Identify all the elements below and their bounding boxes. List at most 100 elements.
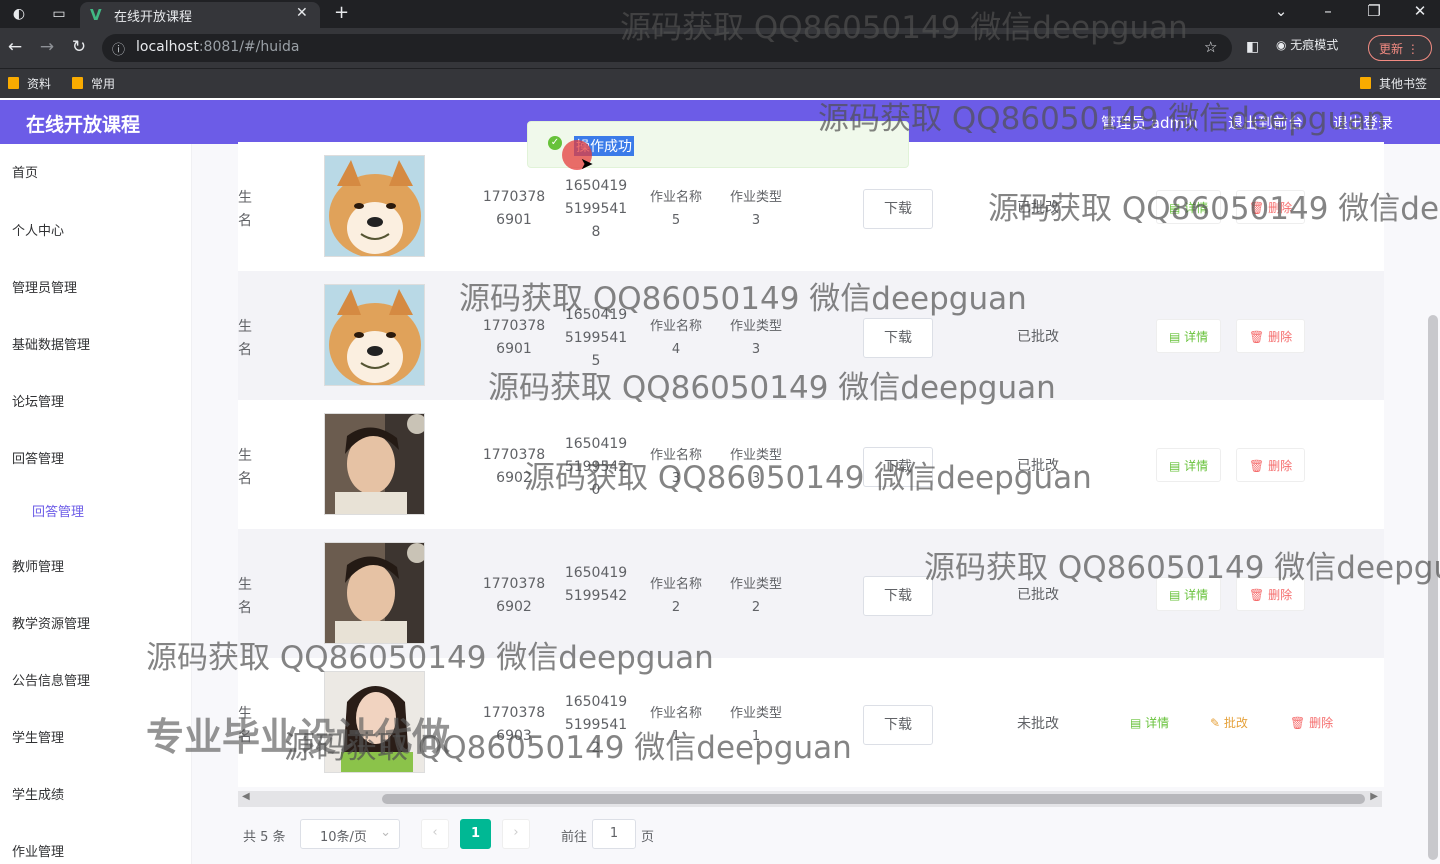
trash-icon: 🗑 [1249,459,1269,473]
address-bar[interactable]: ⓘ localhost:8081/#/huida ☆ [102,34,1232,62]
forward-icon[interactable]: → [36,37,58,57]
table-row: 生名 1770378 6902 1650419 5199542 0 作业名称 3 作业类型 3 下载… [238,400,1384,529]
close-tab-icon[interactable]: ✕ [296,5,308,21]
homework-type-cell: 作业类型 3 [729,190,782,228]
homework-name-cell: 作业名称 5 [649,190,702,228]
browser-toolbar: ← → ↻ ⓘ localhost:8081/#/huida ☆ ◧ ◉ 无痕模… [0,28,1440,68]
tab-list-icon[interactable]: ⌄ [1266,2,1296,20]
goto-page-input[interactable]: 1 [592,819,636,849]
homework-type-cell: 作业类型 3 [729,319,782,357]
new-tab-icon[interactable]: + [334,2,349,23]
name-cell: 生名 [238,577,252,616]
app-title: 在线开放课程 [26,114,141,136]
folder-icon [72,77,83,89]
id-number-cell: 1650419 5199542 [564,565,628,604]
sidebar-item-admins[interactable]: 管理员管理 [12,277,77,296]
chevron-down-icon: ⌄ [380,825,391,840]
prev-page-button[interactable]: ‹ [421,819,449,849]
download-button[interactable]: 下载 [863,576,933,616]
sidebar-item-answers[interactable]: 回答管理 [12,448,64,467]
browser-tab-strip: ◐ ▭ V 在线开放课程 ✕ + ⌄ – ❐ ✕ [0,0,1440,28]
sidebar-item-basedata[interactable]: 基础数据管理 [12,334,90,353]
sidebar-item-forum[interactable]: 论坛管理 [12,391,64,410]
browser-menu-icon[interactable]: ◐ [8,4,30,24]
sidebar-item-teachers[interactable]: 教师管理 [12,556,64,575]
homework-name-cell: 作业名称 3 [649,448,702,486]
sidebar-item-notices[interactable]: 公告信息管理 [12,670,90,689]
sidebar-item-personal[interactable]: 个人中心 [12,220,64,239]
tab-title: 在线开放课程 [114,10,193,25]
other-bookmarks[interactable]: 其他书签 [1360,75,1427,92]
url-text: localhost:8081/#/huida [136,39,300,55]
browser-tab[interactable]: V 在线开放课程 ✕ [80,2,320,28]
detail-button[interactable]: ▤ 详情 [1156,319,1222,353]
document-icon: ▤ [1169,330,1185,344]
sidebar-item-homework[interactable]: 作业管理 [12,841,64,860]
check-circle-icon: ✓ [548,136,562,150]
phone-cell: 1770378 6901 [482,318,546,357]
maximize-icon[interactable]: ❐ [1359,2,1389,20]
status-cell: 已批改 [1017,587,1059,603]
table-horizontal-scrollbar[interactable]: ◀ ▶ [238,791,1382,807]
logout-link[interactable]: 退出登录 [1333,112,1393,133]
id-number-cell: 1650419 5199542 0 [564,436,628,498]
id-number-cell: 1650419 5199541 5 [564,307,628,369]
tab-search-icon[interactable]: ▭ [48,4,70,24]
back-icon[interactable]: ← [4,37,26,57]
table-row: 生名 1770378 6901 1650419 5199541 5 作业名称 4 作业类型 3 下载… [238,271,1384,400]
sidebar-item-resources[interactable]: 教学资源管理 [12,613,90,632]
delete-button[interactable]: 🗑 删除 [1236,448,1306,482]
delete-button[interactable]: 🗑 删除 [1236,319,1306,353]
bookmarks-bar: 资料 常用 其他书签 [0,68,1440,98]
name-cell: 生名 [238,448,252,487]
homework-name-cell: 作业名称 2 [649,577,702,615]
sidebar-item-scores[interactable]: 学生成绩 [12,784,64,803]
download-button[interactable]: 下载 [863,189,933,229]
detail-button[interactable]: ▤ 详情 [1118,706,1181,740]
delete-button[interactable]: 🗑 删除 [1236,190,1306,224]
delete-button[interactable]: 🗑 删除 [1278,706,1345,740]
review-button[interactable]: ✎ 批改 [1198,706,1260,740]
page-vertical-scrollbar[interactable] [1428,315,1438,860]
detail-button[interactable]: ▤ 详情 [1156,577,1222,611]
admin-label: 管理员 admin [1101,114,1198,132]
id-number-cell: 1650419 5199541 2 [564,694,628,756]
document-icon: ▤ [1169,201,1185,215]
download-button[interactable]: 下载 [863,318,933,358]
incognito-badge[interactable]: ◉ 无痕模式 [1276,36,1338,53]
minimize-icon[interactable]: – [1313,2,1343,20]
bookmark-star-icon[interactable]: ☆ [1204,38,1217,56]
scroll-right-icon[interactable]: ▶ [1370,791,1378,802]
homework-name-cell: 作业名称 4 [649,319,702,357]
vue-icon: V [90,6,102,24]
pagination-total: 共 5 条 [243,830,286,845]
site-info-icon[interactable]: ⓘ [112,39,125,58]
bookmark-folder-changyong[interactable]: 常用 [72,75,115,92]
bookmark-folder-ziliao[interactable]: 资料 [8,75,51,92]
document-icon: ▤ [1130,716,1146,730]
reload-icon[interactable]: ↻ [68,37,90,57]
detail-button[interactable]: ▤ 详情 [1156,190,1222,224]
close-window-icon[interactable]: ✕ [1405,2,1435,20]
phone-cell: 1770378 6901 [482,189,546,228]
avatar-image [324,542,425,644]
download-button[interactable]: 下载 [863,447,933,487]
homework-type-cell: 作业类型 3 [729,448,782,486]
detail-button[interactable]: ▤ 详情 [1156,448,1222,482]
update-button[interactable]: 更新 ⋮ [1368,35,1432,61]
watermark-big: 专业毕业设计代做 [146,715,451,759]
name-cell: 生名 [238,319,252,358]
scroll-thumb[interactable] [382,794,1365,804]
download-button[interactable]: 下载 [863,705,933,745]
sidepanel-icon[interactable]: ◧ [1246,39,1259,55]
delete-button[interactable]: 🗑 删除 [1236,577,1306,611]
sidebar-item-home[interactable]: 首页 [12,162,38,181]
sidebar-item-students[interactable]: 学生管理 [12,727,64,746]
sidebar-subitem-answers[interactable]: 回答管理 [32,501,84,520]
back-to-front-link[interactable]: 退出到前台 [1228,112,1303,133]
page-size-select[interactable]: 10条/页 ⌄ [300,819,400,849]
scroll-left-icon[interactable]: ◀ [242,791,250,802]
next-page-button[interactable]: › [502,819,530,849]
page-1-button[interactable]: 1 [460,819,491,849]
name-cell: 生名 [238,190,252,229]
